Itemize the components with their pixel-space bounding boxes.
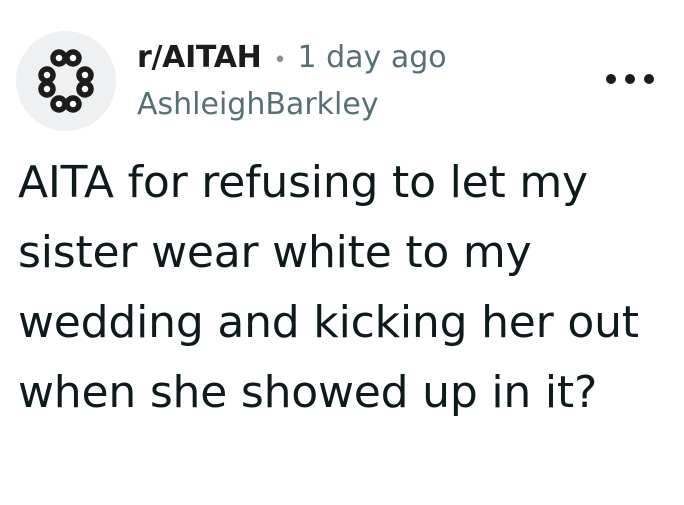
author-username[interactable]: AshleighBarkley bbox=[137, 85, 447, 125]
subreddit-link[interactable]: r/AITAH bbox=[137, 38, 262, 78]
post-header: r/AITAH • 1 day ago AshleighBarkley bbox=[16, 31, 668, 131]
post-meta: r/AITAH • 1 day ago AshleighBarkley bbox=[137, 38, 447, 125]
subreddit-default-icon bbox=[38, 49, 94, 113]
post-timestamp: 1 day ago bbox=[297, 40, 447, 75]
meta-separator: • bbox=[273, 48, 287, 73]
post-title[interactable]: AITA for refusing to let my sister wear … bbox=[18, 148, 658, 428]
overflow-menu-icon[interactable] bbox=[606, 69, 654, 89]
subreddit-avatar[interactable] bbox=[16, 31, 116, 131]
post-meta-line: r/AITAH • 1 day ago bbox=[137, 38, 447, 81]
